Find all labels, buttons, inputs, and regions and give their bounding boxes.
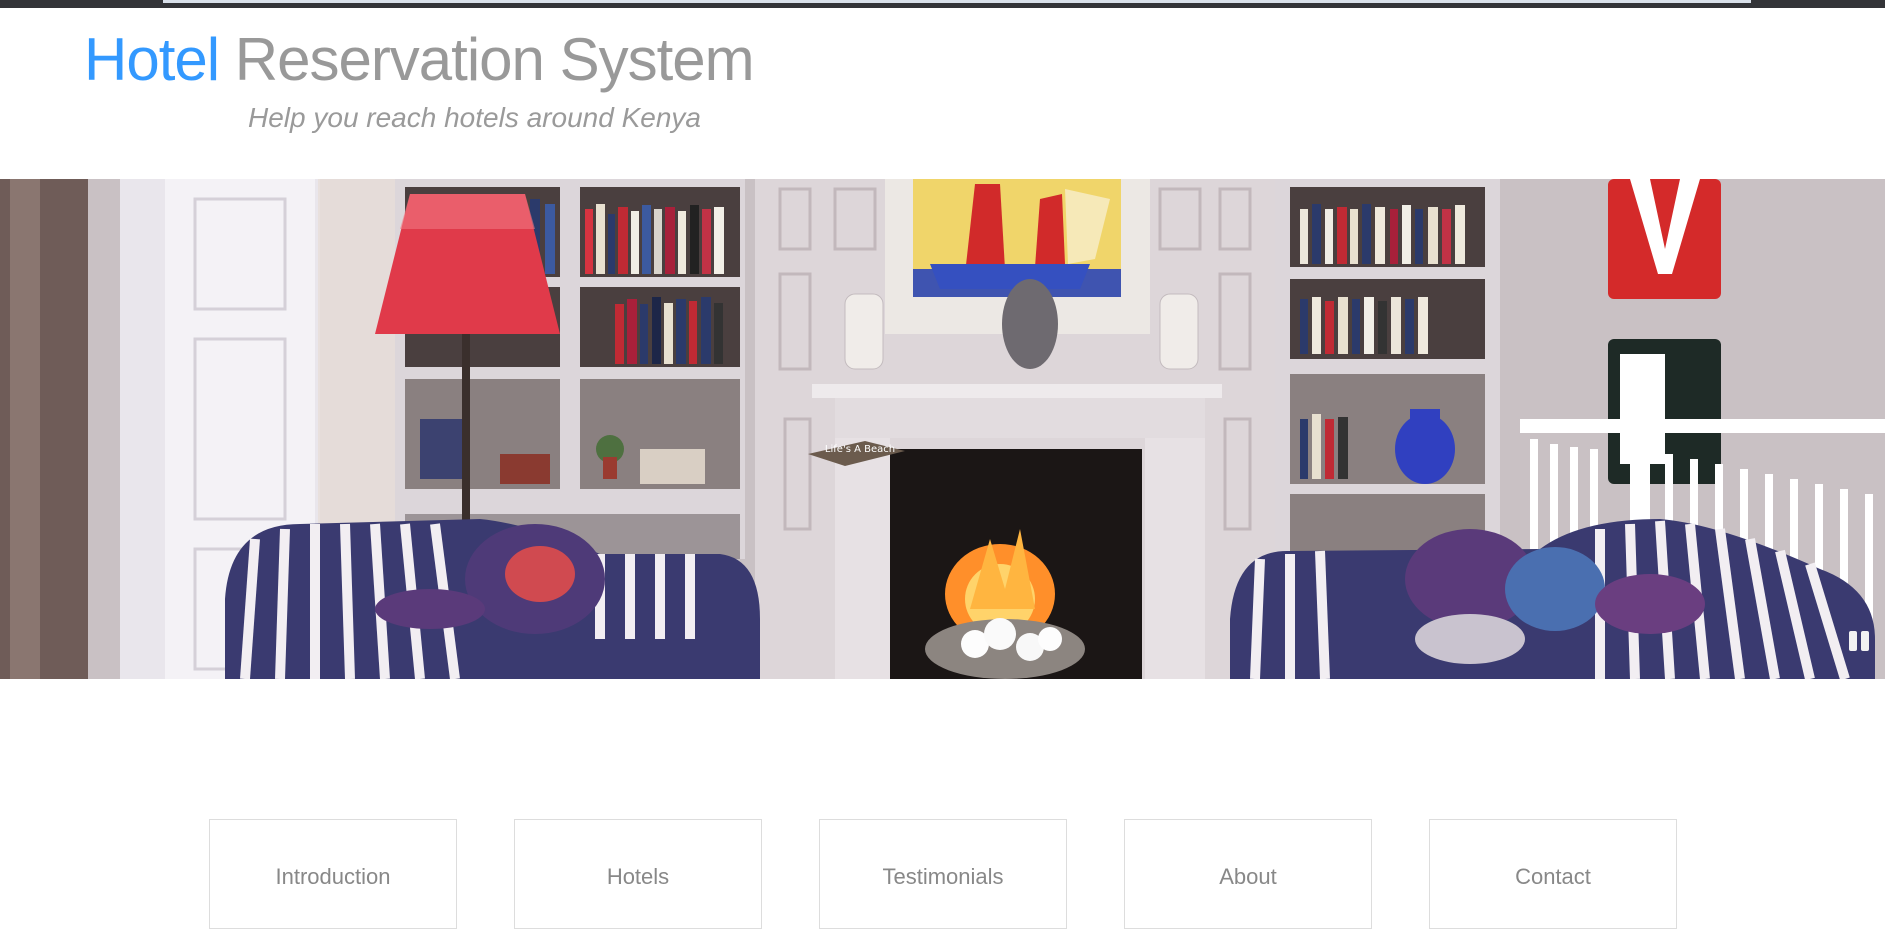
nav-about[interactable]: About <box>1124 819 1372 929</box>
site-title-rest: Reservation System <box>234 26 755 93</box>
nav-contact[interactable]: Contact <box>1429 819 1677 929</box>
site-title[interactable]: Hotel Reservation System <box>84 24 755 96</box>
nav-introduction[interactable]: Introduction <box>209 819 457 929</box>
main-nav: Introduction Hotels Testimonials About C… <box>0 819 1885 929</box>
hero-sign-text: Life's A Beach <box>825 444 895 455</box>
site-title-accent: Hotel <box>84 26 220 93</box>
nav-testimonials[interactable]: Testimonials <box>819 819 1067 929</box>
living-room-photo: Life's A Beach <box>0 179 1885 679</box>
pause-icon <box>1849 631 1857 651</box>
top-bar <box>0 0 1885 8</box>
slideshow-pause-button[interactable] <box>1849 631 1871 651</box>
pause-icon-bar <box>1861 631 1869 651</box>
nav-hotels[interactable]: Hotels <box>514 819 762 929</box>
top-bar-highlight <box>163 0 1751 3</box>
site-tagline: Help you reach hotels around Kenya <box>248 102 701 133</box>
hero-slideshow: Life's A Beach <box>0 179 1885 679</box>
